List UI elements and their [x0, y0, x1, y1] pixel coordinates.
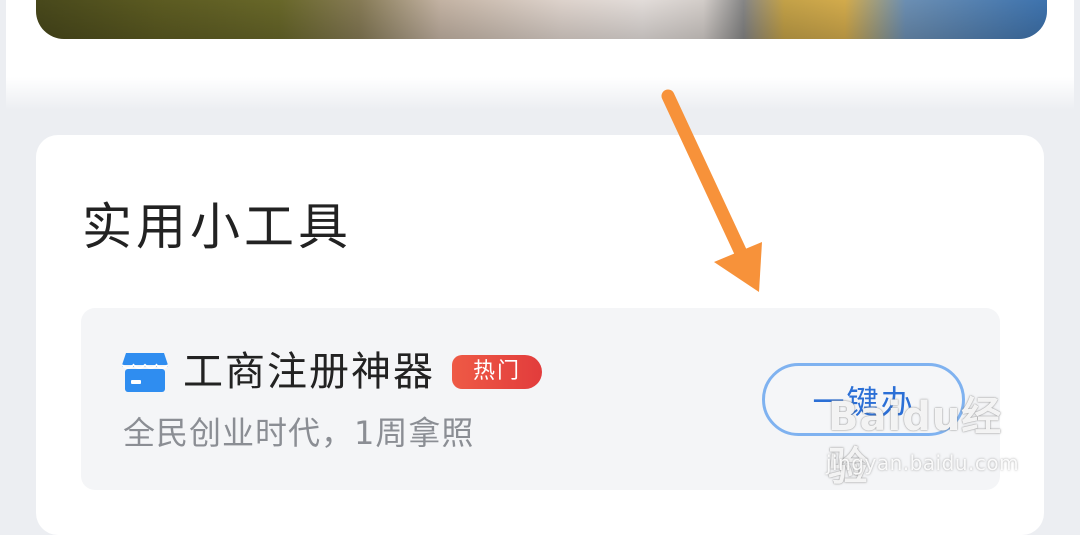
one-click-button-label: 一键办	[812, 383, 915, 421]
tool-description: 全民创业时代，1周拿照	[123, 414, 475, 452]
tool-name: 工商注册神器	[183, 349, 435, 395]
store-icon	[122, 353, 168, 392]
section-title: 实用小工具	[82, 198, 352, 256]
one-click-button[interactable]: 一键办	[762, 363, 965, 436]
banner-image[interactable]	[36, 0, 1047, 39]
hot-badge: 热门	[452, 355, 542, 389]
banner-card	[6, 0, 1074, 110]
banner-shade	[36, 0, 1047, 39]
